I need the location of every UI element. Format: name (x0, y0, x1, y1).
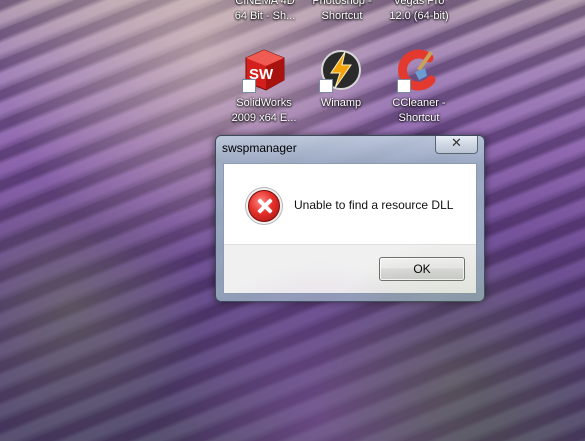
desktop-icon-label-line2: 12.0 (64-bit) (389, 10, 449, 22)
desktop-icon-vegaspro[interactable]: Vegas Pro 12.0 (64-bit) (379, 0, 459, 24)
dialog-content: Unable to find a resource DLL OK (223, 163, 477, 294)
desktop-icon-label-line1: CCleaner - (392, 97, 446, 109)
dialog-button-bar: OK (224, 244, 476, 293)
ccleaner-label: CCleaner - Shortcut (379, 96, 459, 126)
shortcut-arrow-icon (397, 79, 411, 93)
desktop-icon-label-line1: CINEMA 4D (235, 0, 295, 7)
solidworks-label: SolidWorks 2009 x64 E... (224, 96, 304, 126)
solidworks-icon: SW (240, 46, 288, 94)
desktop-icon-label-line1: Winamp (320, 97, 362, 109)
desktop-icon-label-line2: 2009 x64 E... (231, 112, 297, 124)
ccleaner-icon (395, 46, 443, 94)
desktop-icon-label-line1: Vegas Pro (393, 0, 445, 7)
desktop-icon-label-line2: 64 Bit - Sh... (234, 10, 296, 22)
solidworks-badge-text: SW (249, 66, 274, 83)
ok-button[interactable]: OK (379, 257, 465, 281)
desktop-icon-label-line2: Shortcut (321, 10, 363, 22)
close-button[interactable]: ✕ (435, 136, 478, 154)
winamp-label: Winamp (301, 96, 381, 111)
desktop-background: CINEMA 4D 64 Bit - Sh... Photoshop - Sho… (0, 0, 585, 441)
desktop-icon-cinema4d[interactable]: CINEMA 4D 64 Bit - Sh... (225, 0, 305, 24)
error-message: Unable to find a resource DLL (294, 198, 454, 212)
shortcut-arrow-icon (242, 79, 256, 93)
desktop-icon-photoshop[interactable]: Photoshop - Shortcut (302, 0, 382, 24)
dialog-title: swspmanager (222, 141, 297, 155)
close-icon: ✕ (451, 136, 462, 151)
desktop-icon-label-line1: SolidWorks (236, 97, 292, 109)
error-dialog[interactable]: swspmanager ✕ Unable to find a resource … (215, 135, 485, 302)
desktop-icon-label-line2: Shortcut (398, 112, 440, 124)
winamp-icon (317, 46, 365, 94)
error-icon (248, 190, 280, 222)
shortcut-arrow-icon (319, 79, 333, 93)
desktop-icon-label-line1: Photoshop - (312, 0, 372, 7)
